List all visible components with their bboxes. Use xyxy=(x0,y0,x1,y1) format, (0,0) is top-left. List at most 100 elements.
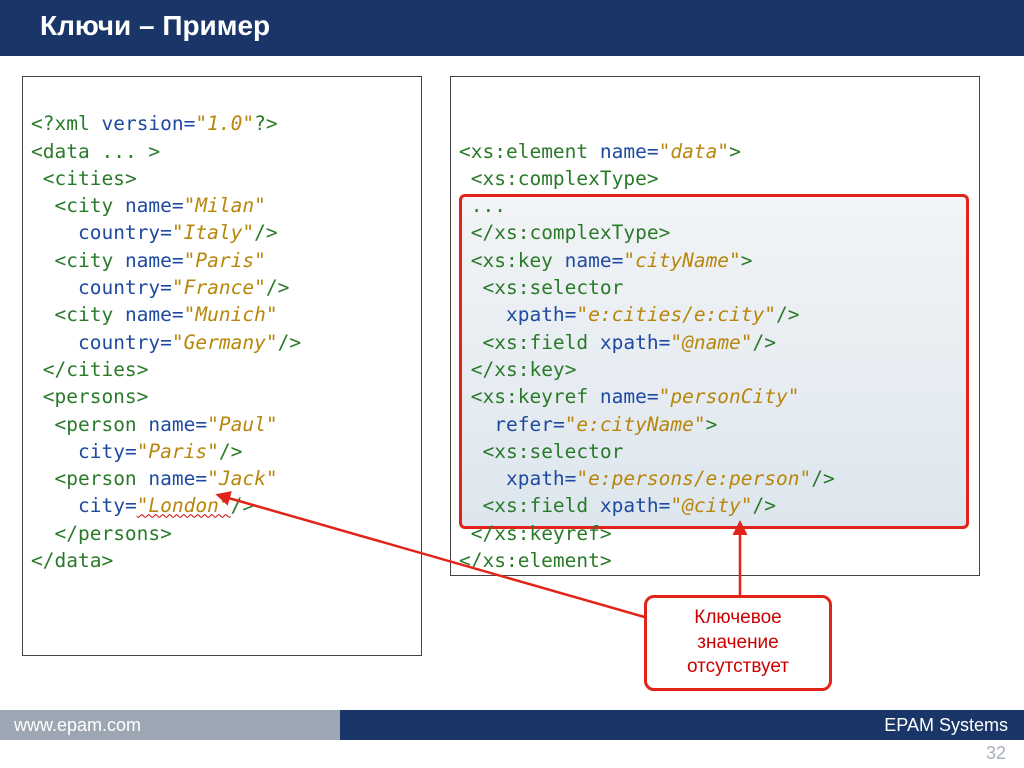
t xyxy=(31,331,78,354)
t: > xyxy=(600,549,612,572)
t: persons xyxy=(54,385,136,408)
t: < xyxy=(459,140,471,163)
t: xpath xyxy=(588,331,658,354)
t: = xyxy=(184,112,196,135)
t: name xyxy=(113,303,172,326)
t: refer xyxy=(494,413,553,436)
t: = xyxy=(647,385,659,408)
t: xs:selector xyxy=(494,276,623,299)
t: /> xyxy=(278,331,301,354)
t: /> xyxy=(266,276,289,299)
t: ... xyxy=(459,194,506,217)
left-code: <?xml version="1.0"?> <data ... > <citie… xyxy=(31,110,413,574)
t: xs:keyref xyxy=(494,522,600,545)
t: < xyxy=(31,140,43,163)
t: persons xyxy=(78,522,160,545)
t: name xyxy=(113,194,172,217)
t: > xyxy=(137,358,149,381)
t: < xyxy=(31,194,66,217)
t: < xyxy=(459,249,482,272)
footer-brand: EPAM Systems xyxy=(884,715,1008,736)
t: "Milan" xyxy=(184,194,266,217)
title-text: Ключи – Пример xyxy=(40,10,270,41)
t: "Paris" xyxy=(184,249,266,272)
t: = xyxy=(125,440,137,463)
t: cities xyxy=(54,167,124,190)
t: "data" xyxy=(659,140,729,163)
t: </ xyxy=(31,522,78,545)
t: "e:persons/e:person" xyxy=(576,467,811,490)
t: name xyxy=(113,249,172,272)
t xyxy=(31,440,78,463)
t: "Paul" xyxy=(207,413,277,436)
t: > xyxy=(600,522,612,545)
t: > xyxy=(565,358,577,381)
t: /> xyxy=(753,331,776,354)
t: = xyxy=(659,494,671,517)
t: /> xyxy=(231,494,254,517)
t: < xyxy=(459,385,482,408)
t: < xyxy=(459,276,494,299)
t: = xyxy=(160,331,172,354)
t: "cityName" xyxy=(623,249,740,272)
t: version xyxy=(101,112,183,135)
t: = xyxy=(565,303,577,326)
t: < xyxy=(31,167,54,190)
t: = xyxy=(612,249,624,272)
t: = xyxy=(125,494,137,517)
t: xs:element xyxy=(471,140,588,163)
t: "Paris" xyxy=(137,440,219,463)
footer-right: EPAM Systems xyxy=(340,710,1024,740)
t: > xyxy=(148,140,160,163)
t: city xyxy=(78,440,125,463)
t: xs:field xyxy=(494,331,588,354)
t xyxy=(31,276,78,299)
t: ... xyxy=(90,140,149,163)
t: </ xyxy=(459,358,494,381)
t: = xyxy=(195,413,207,436)
callout-line1: Ключевое xyxy=(653,606,823,631)
t: country xyxy=(78,331,160,354)
t xyxy=(459,413,494,436)
t: > xyxy=(137,385,149,408)
t: person xyxy=(66,413,136,436)
t: </ xyxy=(31,358,66,381)
right-code-box: <xs:element name="data"> <xs:complexType… xyxy=(450,76,980,576)
t: <? xyxy=(31,112,54,135)
t: = xyxy=(160,276,172,299)
t: xs:keyref xyxy=(482,385,588,408)
t: city xyxy=(66,303,113,326)
t: name xyxy=(137,467,196,490)
page-number: 32 xyxy=(986,743,1006,764)
t: "Jack" xyxy=(207,467,277,490)
t: /> xyxy=(254,221,277,244)
t: name xyxy=(553,249,612,272)
t: name xyxy=(588,140,647,163)
t: > xyxy=(706,413,718,436)
t: "Italy" xyxy=(172,221,254,244)
t: </ xyxy=(459,221,494,244)
callout-box: Ключевое значение отсутствует xyxy=(644,595,832,691)
t: < xyxy=(31,467,66,490)
callout-line2: значение xyxy=(653,631,823,656)
t: "@name" xyxy=(670,331,752,354)
t: < xyxy=(459,167,482,190)
t: cities xyxy=(66,358,136,381)
t: < xyxy=(31,413,66,436)
t: < xyxy=(459,494,494,517)
t: xs:key xyxy=(482,249,552,272)
error-value: "London" xyxy=(137,494,231,517)
t: ?> xyxy=(254,112,277,135)
t: xs:complexType xyxy=(482,167,646,190)
t: < xyxy=(459,440,494,463)
t: "Germany" xyxy=(172,331,278,354)
t: = xyxy=(647,140,659,163)
t: "personCity" xyxy=(659,385,800,408)
t: </ xyxy=(459,522,494,545)
t: xs:complexType xyxy=(494,221,658,244)
t: = xyxy=(172,249,184,272)
t: = xyxy=(565,467,577,490)
t: /> xyxy=(219,440,242,463)
t: "Munich" xyxy=(184,303,278,326)
t: /> xyxy=(753,494,776,517)
